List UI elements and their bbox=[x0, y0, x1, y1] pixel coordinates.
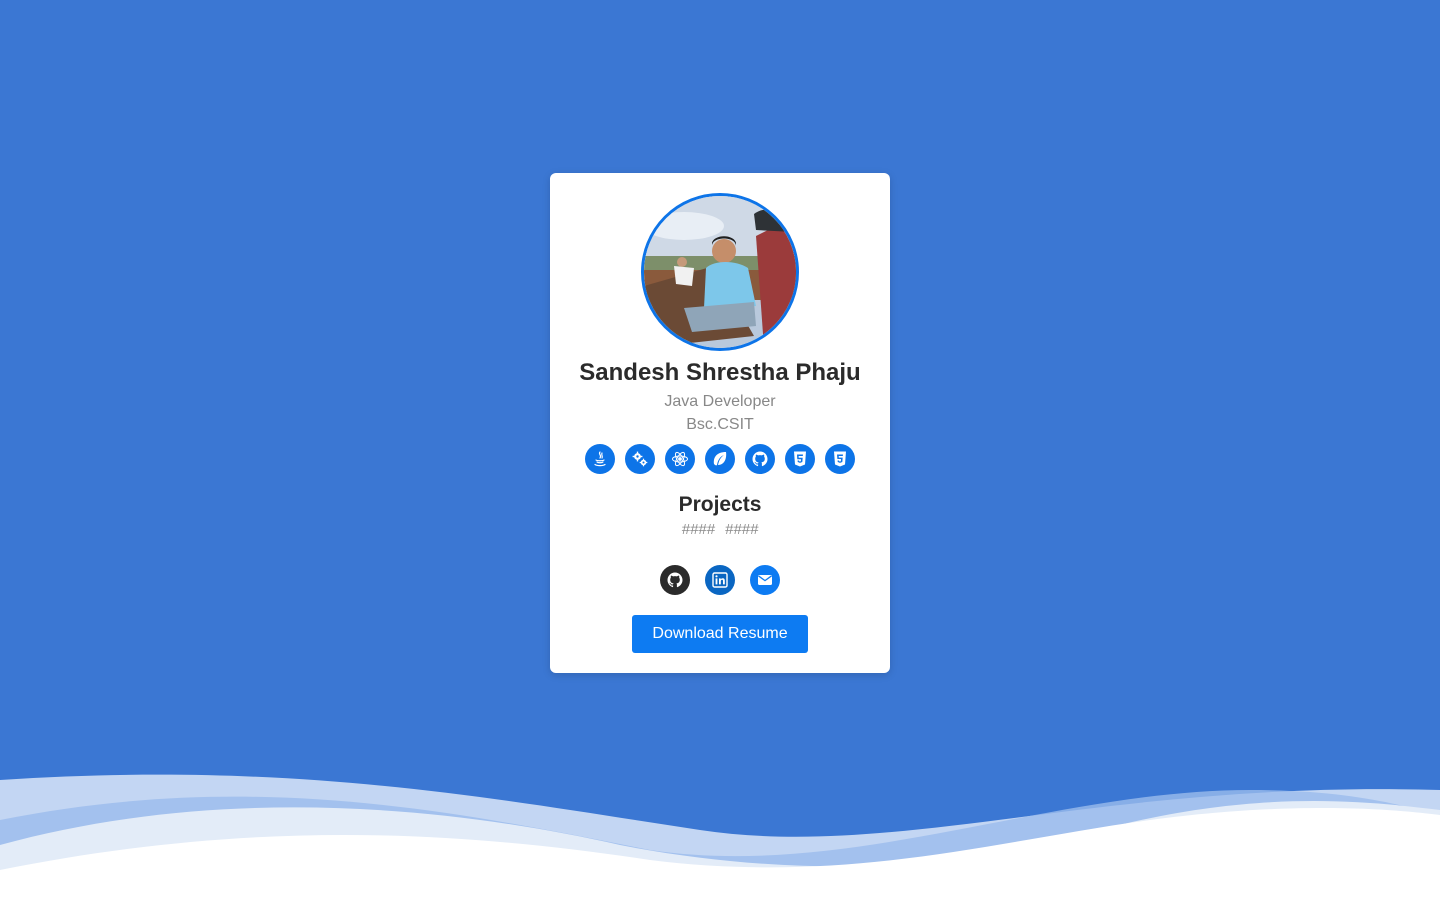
social-links bbox=[660, 565, 780, 595]
github-link[interactable] bbox=[660, 565, 690, 595]
project-link[interactable]: #### bbox=[725, 521, 758, 538]
css3-icon[interactable] bbox=[825, 444, 855, 474]
linkedin-icon bbox=[712, 572, 728, 588]
linkedin-link[interactable] bbox=[705, 565, 735, 595]
profile-photo bbox=[641, 193, 799, 351]
github-icon[interactable] bbox=[745, 444, 775, 474]
profile-role: Java Developer bbox=[664, 393, 776, 410]
background-waves bbox=[0, 774, 1440, 900]
java-icon[interactable] bbox=[585, 444, 615, 474]
projects-list: #### #### bbox=[550, 521, 890, 538]
leaf-icon[interactable] bbox=[705, 444, 735, 474]
project-link[interactable]: #### bbox=[682, 521, 715, 538]
react-icon[interactable] bbox=[665, 444, 695, 474]
projects-heading: Projects bbox=[678, 493, 762, 516]
github-icon bbox=[667, 572, 683, 588]
skills-row bbox=[585, 444, 855, 474]
profile-name: Sandesh Shrestha Phaju bbox=[579, 359, 861, 386]
html5-icon[interactable] bbox=[785, 444, 815, 474]
envelope-icon bbox=[758, 575, 772, 585]
profile-card: Sandesh Shrestha Phaju Java Developer Bs… bbox=[550, 173, 890, 673]
download-resume-button[interactable]: Download Resume bbox=[632, 615, 808, 653]
email-link[interactable] bbox=[750, 565, 780, 595]
gears-icon[interactable] bbox=[625, 444, 655, 474]
profile-degree: Bsc.CSIT bbox=[686, 416, 754, 433]
